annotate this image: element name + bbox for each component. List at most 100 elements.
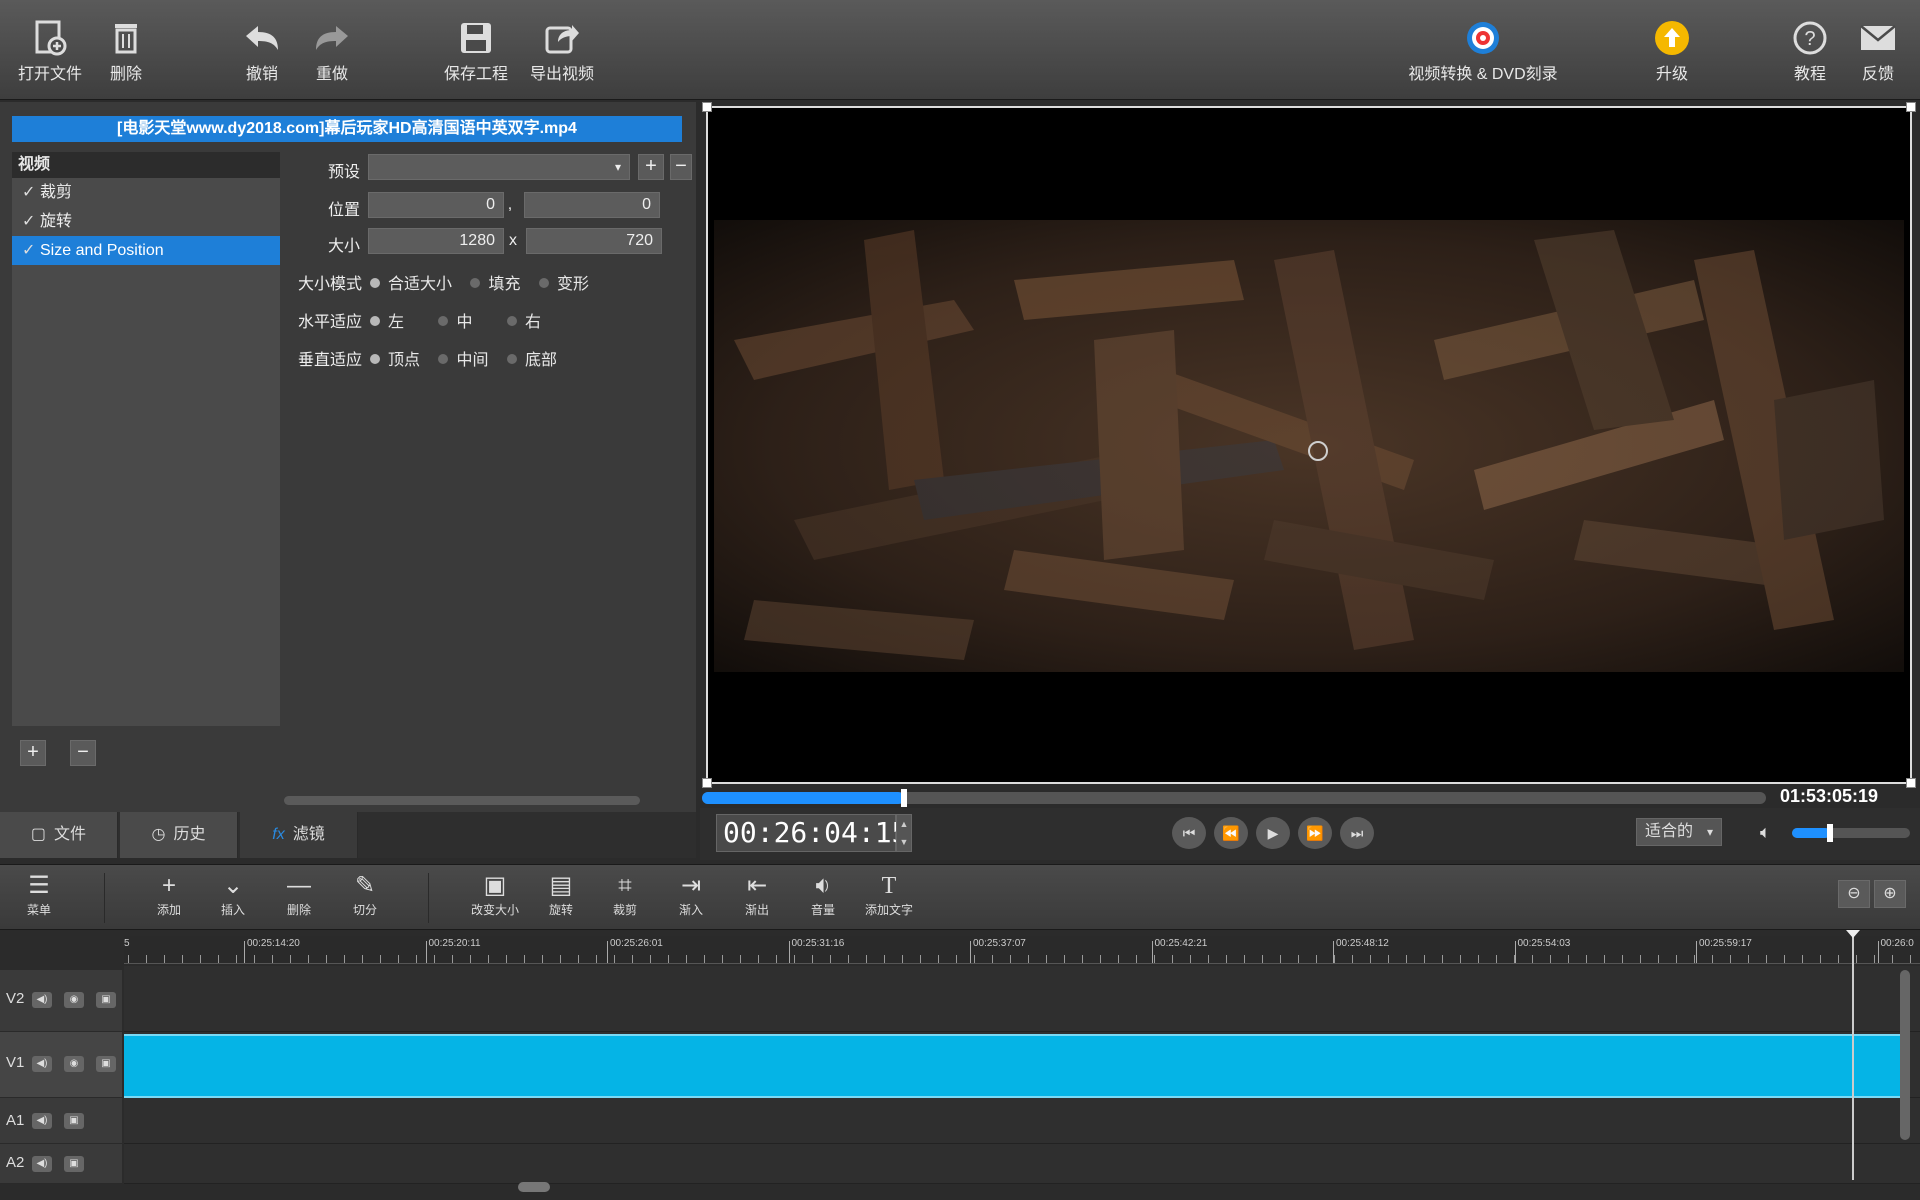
- go-to-end-button[interactable]: ⏭: [1340, 817, 1374, 849]
- insert-clip-button[interactable]: ⌄ 插入: [204, 871, 262, 927]
- track-a1[interactable]: [124, 1098, 1920, 1144]
- position-y-field[interactable]: 0: [524, 192, 660, 218]
- v-fit-bottom-radio[interactable]: 底部: [506, 346, 557, 370]
- ruler-minor-tick: [1334, 955, 1335, 963]
- add-text-button[interactable]: T 添加文字: [860, 871, 918, 927]
- lock-icon[interactable]: ▣: [64, 1156, 84, 1172]
- volume-icon: 🔉︎: [815, 872, 831, 899]
- rewind-button[interactable]: ⏪: [1214, 817, 1248, 849]
- fade-in-button[interactable]: ⇥ 渐入: [662, 871, 720, 927]
- v-fit-top-radio[interactable]: 顶点: [370, 346, 420, 370]
- zoom-in-button[interactable]: ⊕: [1874, 880, 1906, 908]
- playback-progress[interactable]: [702, 789, 1766, 807]
- panel-horizontal-scrollbar[interactable]: [284, 796, 640, 805]
- check-icon[interactable]: ✓: [22, 178, 40, 207]
- rewind-icon: ⏪: [1222, 825, 1240, 841]
- progress-knob[interactable]: [901, 789, 908, 807]
- zoom-fit-select[interactable]: 适合的 ▾: [1636, 818, 1722, 846]
- timecode-field[interactable]: 00:26:04:15: [716, 814, 908, 852]
- volume-button[interactable]: 🔉︎ 音量: [794, 871, 852, 927]
- mute-icon[interactable]: ◀): [32, 1056, 52, 1072]
- play-button[interactable]: ▶: [1256, 817, 1290, 849]
- resize-handle-bottom-right[interactable]: [1906, 778, 1916, 788]
- convert-dvd-button[interactable]: 视频转换 & DVD刻录: [1386, 14, 1580, 92]
- resize-handle-bottom-left[interactable]: [702, 778, 712, 788]
- size-width-field[interactable]: 1280: [368, 228, 504, 254]
- fast-forward-button[interactable]: ⏩: [1298, 817, 1332, 849]
- crop-button[interactable]: ⌗ 裁剪: [596, 871, 654, 927]
- export-video-button[interactable]: 导出视频: [514, 14, 610, 92]
- delete-clip-button[interactable]: — 删除: [270, 871, 328, 927]
- mute-icon[interactable]: ◀): [32, 1113, 52, 1129]
- chevron-down-icon: ▾: [614, 160, 621, 174]
- tab-file[interactable]: ▢ 文件: [0, 812, 118, 858]
- video-clip[interactable]: [124, 1034, 1900, 1098]
- ruler-minor-tick: [1910, 955, 1911, 963]
- size-mode-stretch-radio[interactable]: 变形: [538, 270, 589, 294]
- lock-icon[interactable]: ▣: [64, 1113, 84, 1129]
- fade-out-button[interactable]: ⇤ 渐出: [728, 871, 786, 927]
- preset-select[interactable]: ▾: [368, 154, 630, 180]
- lock-icon[interactable]: ▣: [96, 1056, 116, 1072]
- timeline-ruler[interactable]: 5 00:25:14:20 00:25:20:11 00:25:26:01 00:25…: [124, 936, 1920, 964]
- ruler-label: 00:25:37:07: [973, 938, 1026, 949]
- track-a2[interactable]: [124, 1144, 1920, 1184]
- size-mode-fit-radio[interactable]: 合适大小: [370, 270, 452, 294]
- h-fit-center-radio[interactable]: 中: [438, 308, 472, 332]
- timeline-vertical-scrollbar[interactable]: [1900, 970, 1910, 1140]
- tab-history[interactable]: ◷ 历史: [120, 812, 238, 858]
- check-icon[interactable]: ✓: [22, 236, 40, 265]
- eye-icon[interactable]: ◉: [64, 1056, 84, 1072]
- v-fit-middle-radio[interactable]: 中间: [438, 346, 488, 370]
- speaker-icon[interactable]: 🔈︎: [1760, 822, 1771, 843]
- volume-fill: [1792, 828, 1830, 838]
- save-project-button[interactable]: 保存工程: [428, 14, 524, 92]
- remove-preset-button[interactable]: −: [670, 154, 692, 180]
- playhead-marker[interactable]: [1846, 930, 1860, 938]
- split-button[interactable]: ✎ 切分: [336, 871, 394, 927]
- tab-label: 文件: [54, 826, 87, 843]
- tab-filters[interactable]: fx 滤镜: [240, 812, 358, 858]
- menu-button[interactable]: ☰ 菜单: [10, 871, 68, 927]
- add-clip-button[interactable]: + 添加: [140, 871, 198, 927]
- ruler-label: 00:25:54:03: [1517, 938, 1571, 949]
- timecode-stepper[interactable]: ▲ ▼: [896, 814, 912, 852]
- mute-icon[interactable]: ◀): [32, 1156, 52, 1172]
- position-x-field[interactable]: 0: [368, 192, 504, 218]
- effect-item-size-position[interactable]: ✓ Size and Position: [12, 236, 280, 265]
- resize-handle-top-left[interactable]: [702, 102, 712, 112]
- h-fit-right-radio[interactable]: 右: [506, 308, 541, 332]
- ruler-minor-tick: [1118, 955, 1119, 963]
- upgrade-button[interactable]: 升级: [1624, 14, 1720, 92]
- ruler-minor-tick: [1658, 955, 1659, 963]
- redo-button[interactable]: 重做: [284, 14, 380, 92]
- resize-button[interactable]: ▣ 改变大小: [466, 871, 524, 927]
- playhead[interactable]: [1852, 930, 1854, 1180]
- remove-effect-button[interactable]: −: [70, 740, 96, 766]
- add-preset-button[interactable]: +: [638, 154, 664, 180]
- feedback-button[interactable]: 反馈: [1830, 14, 1920, 92]
- resize-handle-top-right[interactable]: [1906, 102, 1916, 112]
- video-frame-image: [714, 220, 1904, 672]
- effect-item-rotate[interactable]: ✓ 旋转: [12, 207, 280, 236]
- timeline-resize-handle[interactable]: [518, 1182, 550, 1192]
- video-preview[interactable]: [702, 102, 1916, 788]
- h-fit-left-radio[interactable]: 左: [370, 308, 404, 332]
- zoom-out-button[interactable]: ⊖: [1838, 880, 1870, 908]
- add-effect-button[interactable]: +: [20, 740, 46, 766]
- volume-knob[interactable]: [1826, 824, 1833, 842]
- mute-icon[interactable]: ◀): [32, 992, 52, 1008]
- track-v2[interactable]: [124, 966, 1920, 1032]
- lock-icon[interactable]: ▣: [96, 992, 116, 1008]
- go-to-start-button[interactable]: ⏮: [1172, 817, 1206, 849]
- size-mode-fill-radio[interactable]: 填充: [470, 270, 520, 294]
- delete-button[interactable]: 删除: [78, 14, 174, 92]
- rotate-button[interactable]: ▤ 旋转: [532, 871, 590, 927]
- effect-item-crop[interactable]: ✓ 裁剪: [12, 178, 280, 207]
- ruler-minor-tick: [1298, 955, 1299, 963]
- file-icon: ▢: [30, 826, 47, 843]
- size-height-field[interactable]: 720: [526, 228, 662, 254]
- eye-icon[interactable]: ◉: [64, 992, 84, 1008]
- volume-slider[interactable]: [1792, 824, 1910, 842]
- check-icon[interactable]: ✓: [22, 207, 40, 236]
